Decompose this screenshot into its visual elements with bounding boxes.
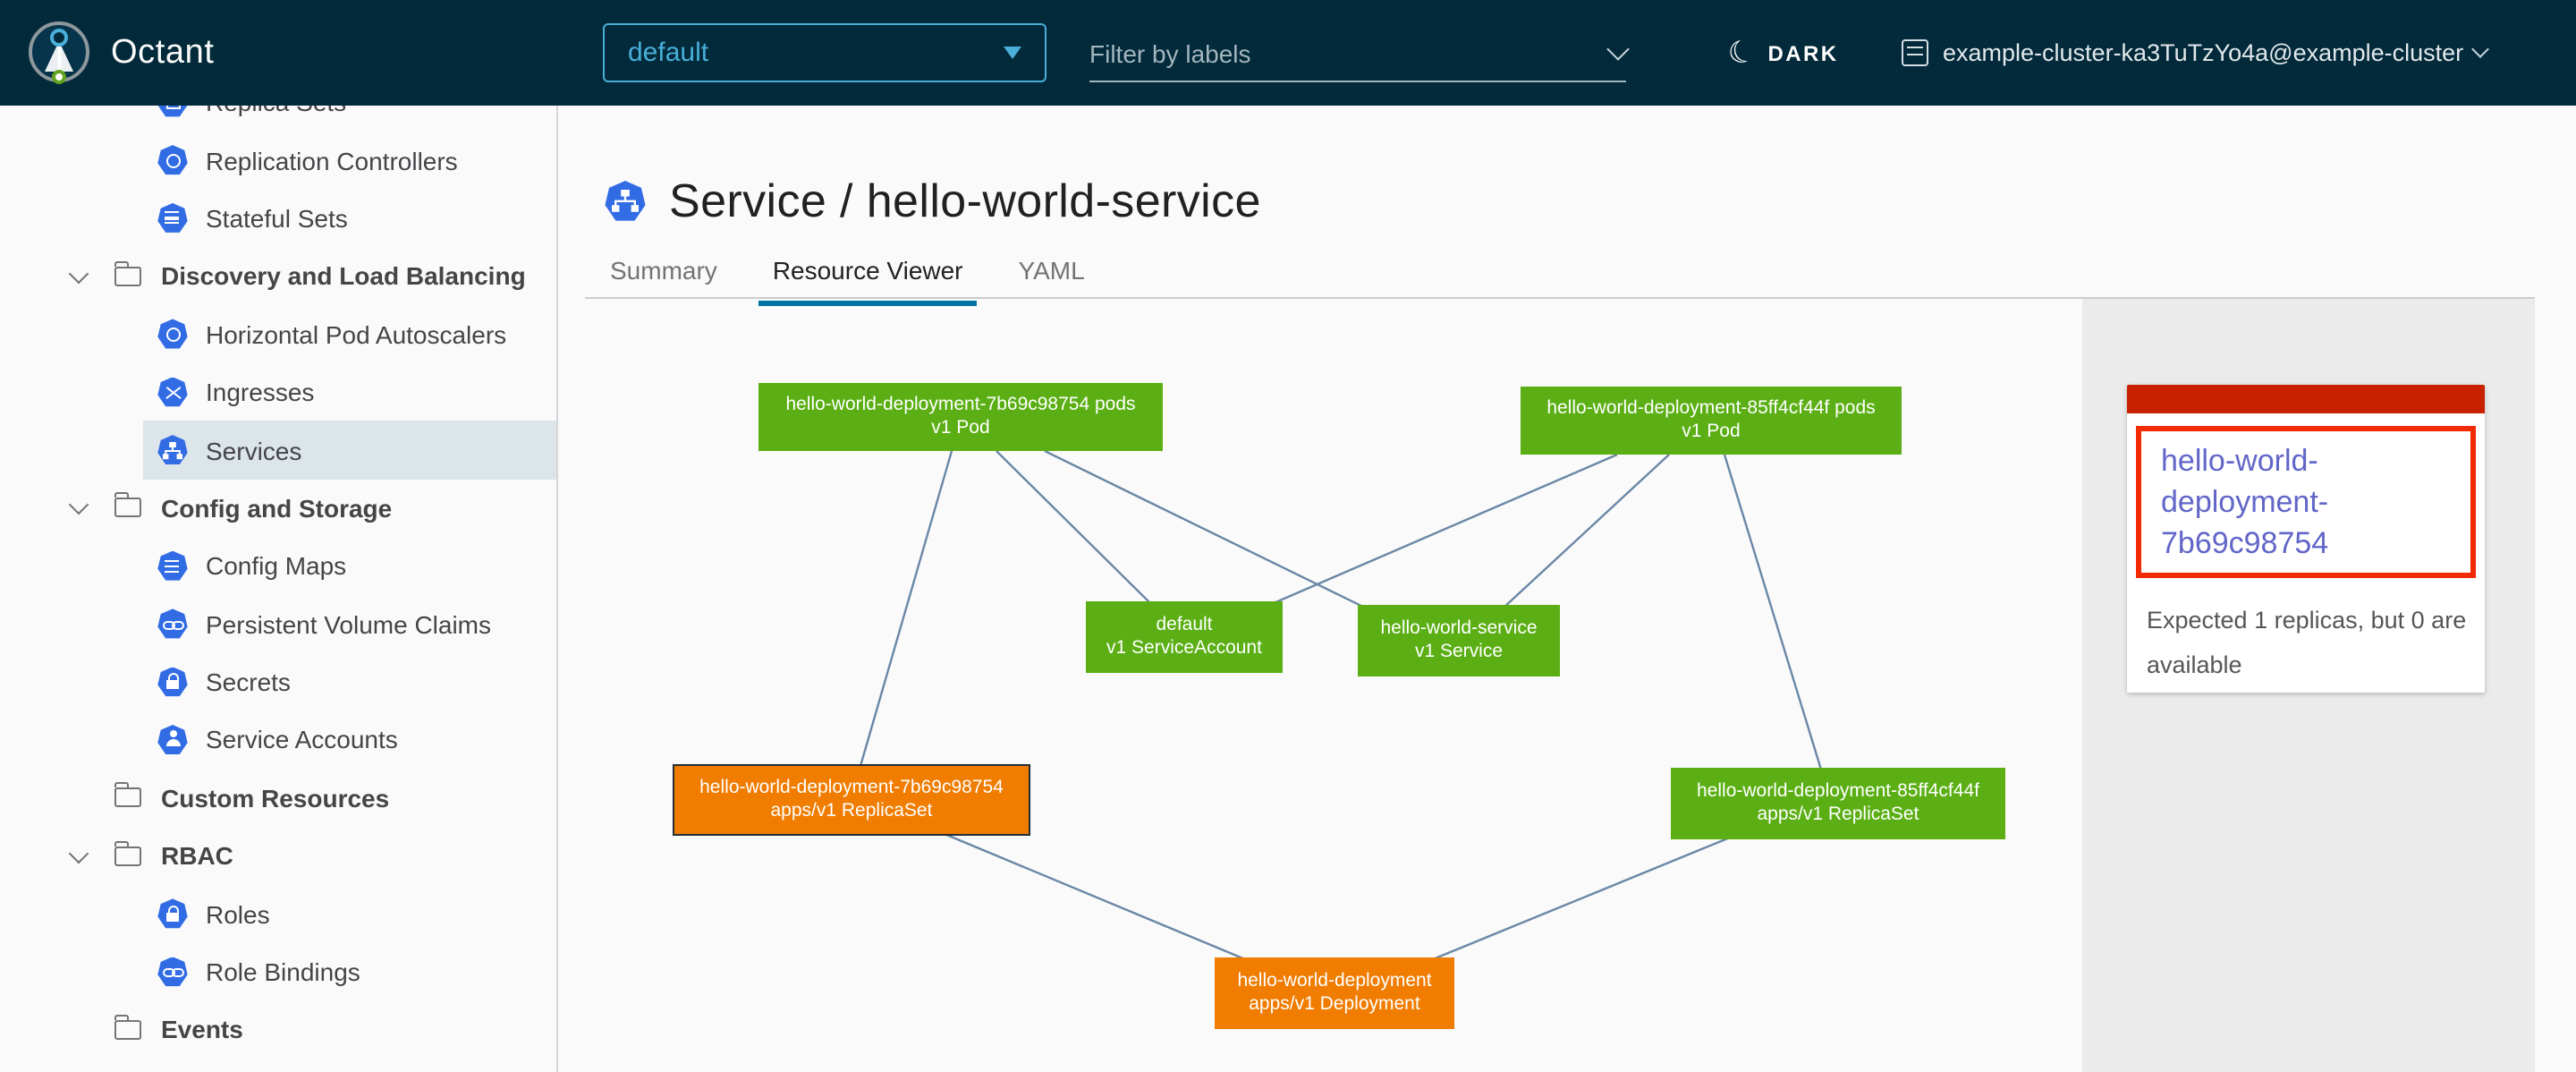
graph-node-replicaset-85ff4cf44f[interactable]: hello-world-deployment-85ff4cf44f apps/v… [1671, 768, 2005, 839]
sidebar-item-config-maps[interactable]: Config Maps [0, 537, 556, 595]
sidebar-item-stateful-sets[interactable]: Stateful Sets [0, 190, 556, 248]
graph-node-deployment-hello-world[interactable]: hello-world-deployment apps/v1 Deploymen… [1215, 957, 1454, 1029]
folder-icon [114, 267, 141, 286]
caret-down-icon [1004, 47, 1021, 59]
persistent-volume-claims-icon [157, 608, 188, 639]
replica-sets-icon [157, 106, 188, 117]
secrets-icon [157, 667, 188, 697]
sidebar-item-replication-controllers[interactable]: Replication Controllers [0, 132, 556, 190]
role-bindings-icon [157, 957, 188, 987]
label-filter-placeholder: Filter by labels [1089, 38, 1251, 67]
sidebar-item-roles[interactable]: Roles [0, 885, 556, 943]
sidebar-group-config-and-storage[interactable]: Config and Storage [0, 479, 556, 537]
app-header: Octant default Filter by labels ☾ DARK e… [0, 0, 2576, 106]
folder-icon [114, 788, 141, 808]
detail-panel: hello-world-deployment-7b69c98754 Expect… [2082, 299, 2535, 1072]
horizontal-pod-autoscalers-icon [157, 319, 188, 350]
sidebar-item-ingresses[interactable]: Ingresses [0, 363, 556, 421]
namespace-select[interactable]: default [603, 23, 1046, 82]
cluster-context-label: example-cluster-ka3TuTzYo4a@example-clus… [1943, 39, 2463, 66]
cluster-context-menu[interactable]: example-cluster-ka3TuTzYo4a@example-clus… [1902, 0, 2487, 106]
chevron-down-icon[interactable] [69, 496, 89, 516]
sidebar: Replica Sets Replication Controllers Sta… [0, 106, 558, 1072]
theme-toggle[interactable]: ☾ DARK [1728, 0, 1838, 106]
replication-controllers-icon [157, 145, 188, 175]
stateful-sets-icon [157, 203, 188, 234]
sidebar-item-persistent-volume-claims[interactable]: Persistent Volume Claims [0, 595, 556, 653]
chevron-down-icon [1606, 38, 1629, 60]
moon-icon: ☾ [1724, 34, 1759, 72]
octant-app: Octant default Filter by labels ☾ DARK e… [0, 0, 2576, 1072]
theme-toggle-label: DARK [1768, 40, 1839, 65]
sidebar-item-service-accounts[interactable]: Service Accounts [0, 711, 556, 770]
sidebar-item-services[interactable]: Services [143, 421, 556, 480]
sidebar-item-replica-sets[interactable]: Replica Sets [0, 106, 556, 132]
sidebar-group-discovery-load-balancing[interactable]: Discovery and Load Balancing [0, 247, 556, 305]
graph-node-serviceaccount-default[interactable]: default v1 ServiceAccount [1086, 601, 1283, 673]
alert-card: hello-world-deployment-7b69c98754 Expect… [2127, 385, 2485, 693]
sidebar-group-events[interactable]: Events [0, 1001, 556, 1059]
ingresses-icon [157, 377, 188, 407]
cluster-icon [1902, 39, 1928, 66]
sidebar-nav-list: Replica Sets Replication Controllers Sta… [0, 106, 556, 1059]
graph-node-pod-7b69c98754[interactable]: hello-world-deployment-7b69c98754 pods v… [758, 383, 1163, 451]
octant-logo [29, 21, 89, 82]
service-resource-icon [605, 181, 646, 222]
services-icon [157, 435, 188, 465]
page-header: Service / hello-world-service [605, 174, 1261, 229]
tab-resource-viewer[interactable]: Resource Viewer [773, 256, 963, 306]
folder-icon [114, 847, 141, 866]
app-title: Octant [111, 0, 215, 106]
sidebar-group-custom-resources[interactable]: Custom Resources [0, 769, 556, 827]
sidebar-item-secrets[interactable]: Secrets [0, 653, 556, 711]
label-filter-input[interactable]: Filter by labels [1089, 25, 1626, 82]
graph-node-pod-85ff4cf44f[interactable]: hello-world-deployment-85ff4cf44f pods v… [1521, 387, 1902, 455]
config-maps-icon [157, 551, 188, 582]
alert-highlight-box: hello-world-deployment-7b69c98754 [2136, 426, 2476, 578]
namespace-value: default [628, 38, 708, 68]
sidebar-item-horizontal-pod-autoscalers[interactable]: Horizontal Pod Autoscalers [0, 305, 556, 363]
roles-icon [157, 898, 188, 929]
sidebar-group-rbac[interactable]: RBAC [0, 827, 556, 885]
service-accounts-icon [157, 725, 188, 755]
tab-yaml[interactable]: YAML [1019, 256, 1085, 306]
chevron-down-icon[interactable] [69, 263, 89, 284]
sidebar-item-role-bindings[interactable]: Role Bindings [0, 943, 556, 1001]
alert-message: Expected 1 replicas, but 0 are available [2147, 598, 2472, 687]
chevron-down-icon[interactable] [69, 843, 89, 864]
tab-bar: Summary Resource Viewer YAML [610, 256, 1085, 306]
page-title: Service / hello-world-service [669, 174, 1261, 229]
tab-summary[interactable]: Summary [610, 256, 717, 306]
resource-link[interactable]: hello-world-deployment-7b69c98754 [2161, 444, 2328, 560]
alert-accent-bar [2127, 385, 2485, 413]
chevron-down-icon [2471, 40, 2489, 58]
folder-icon [114, 1020, 141, 1040]
folder-icon [114, 498, 141, 518]
graph-node-replicaset-7b69c98754[interactable]: hello-world-deployment-7b69c98754 apps/v… [673, 764, 1030, 836]
graph-node-service-hello-world[interactable]: hello-world-service v1 Service [1358, 605, 1560, 676]
